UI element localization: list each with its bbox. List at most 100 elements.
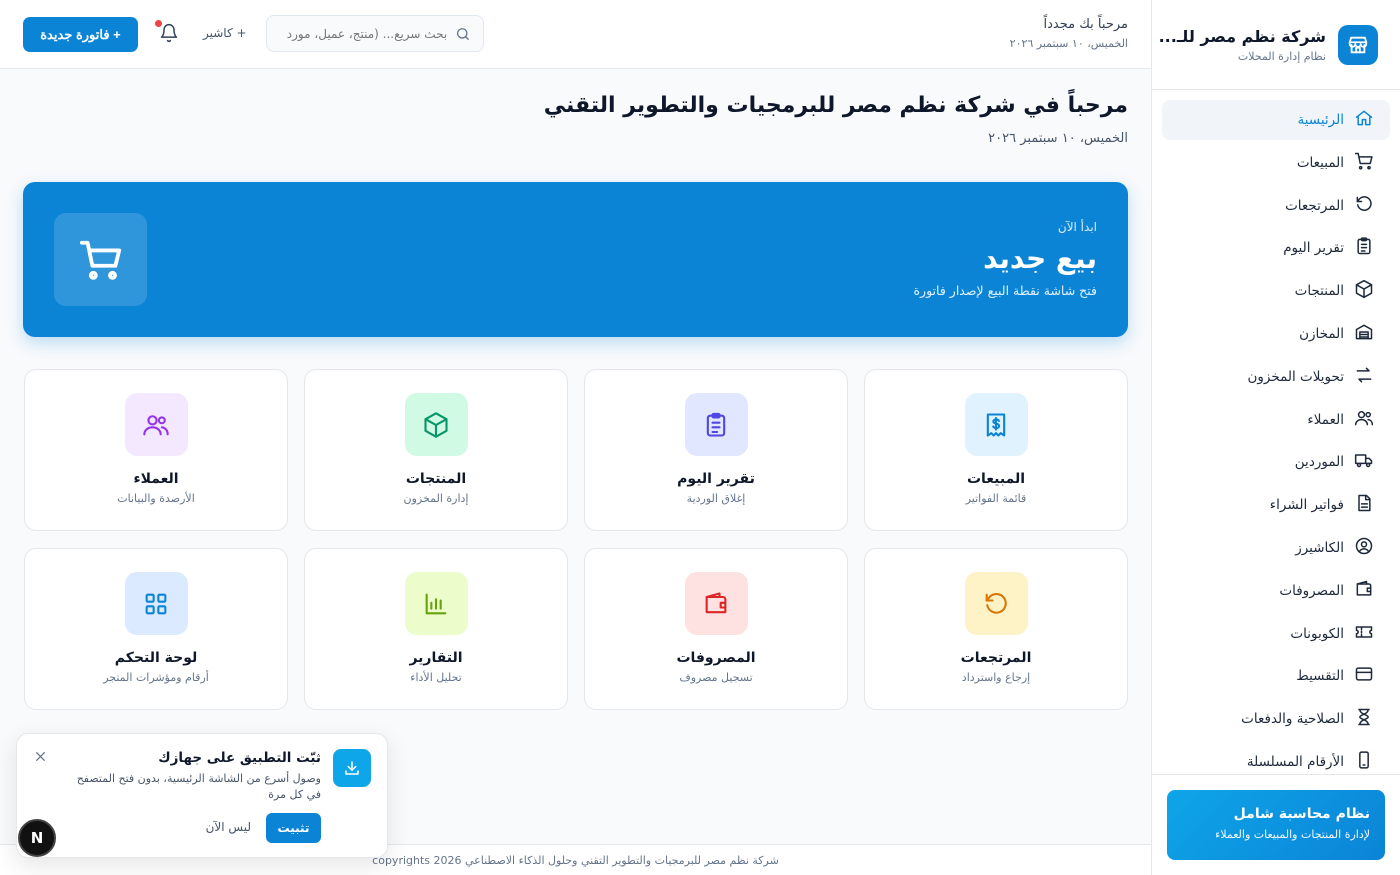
- sidebar-item-label: الأرقام المسلسلة: [1246, 753, 1344, 770]
- promo-title: نظام محاسبة شامل: [1233, 806, 1370, 822]
- sidebar-item-label: التقسيط: [1296, 668, 1344, 685]
- header-welcome: مرحباً بك مجدداً الخميس، ١٠ سبتمبر ٢٠٢٦: [1010, 17, 1128, 50]
- install-app-popup: ثبّت التطبيق على جهازك وصول أسرع من الشا…: [16, 733, 388, 858]
- sidebar-item-label: المنتجات: [1294, 283, 1344, 300]
- sidebar-item-label: العملاء: [1307, 411, 1344, 428]
- header-date: الخميس، ١٠ سبتمبر ٢٠٢٦: [1009, 37, 1128, 50]
- bar-chart-icon: [404, 572, 468, 635]
- sidebar-item-label: الصلاحية والدفعات: [1241, 711, 1344, 728]
- sidebar: شركة نظم مصر للـ... نظام إدارة المحلات ا…: [1151, 0, 1400, 875]
- sidebar-item[interactable]: الرئيسية: [1162, 100, 1390, 140]
- quick-action-card[interactable]: المصروفات تسجيل مصروف: [584, 548, 848, 710]
- sidebar-item-label: الكاشيرز: [1295, 539, 1344, 556]
- clipboard-icon: [684, 393, 748, 456]
- sidebar-item[interactable]: المخازن: [1162, 314, 1390, 354]
- sidebar-item[interactable]: تحويلات المخزون: [1162, 357, 1390, 397]
- transfer-icon: [1354, 365, 1374, 389]
- users-icon: [124, 393, 188, 456]
- install-description: وصول أسرع من الشاشة الرئيسية، بدون فتح ا…: [76, 772, 321, 801]
- hero-kicker: ابدأ الآن: [1057, 220, 1097, 234]
- card-title: التقارير: [409, 650, 463, 666]
- hourglass-icon: [1354, 707, 1374, 731]
- sidebar-item[interactable]: الصلاحية والدفعات: [1162, 699, 1390, 739]
- card-title: العملاء: [133, 471, 179, 487]
- sidebar-item[interactable]: المبيعات: [1162, 143, 1390, 183]
- sidebar-item[interactable]: المرتجعات: [1162, 186, 1390, 226]
- quick-actions-grid: المبيعات قائمة الفواتير تقرير اليوم إغلاق ا…: [23, 369, 1128, 710]
- quick-action-card[interactable]: لوحة التحكم أرقام ومؤشرات المتجر: [24, 548, 288, 710]
- sidebar-item[interactable]: الكاشيرز: [1162, 528, 1390, 568]
- quick-action-card[interactable]: المرتجعات إرجاع واسترداد: [864, 548, 1128, 710]
- sidebar-nav: الرئيسية المبيعات المرتجعات تقرير اليوم المن…: [1152, 90, 1400, 795]
- dev-badge[interactable]: N: [18, 819, 56, 857]
- sidebar-item[interactable]: المنتجات: [1162, 271, 1390, 311]
- brand: شركة نظم مصر للـ... نظام إدارة المحلات: [1152, 0, 1400, 90]
- new-invoice-button[interactable]: + فاتورة جديدة: [23, 17, 138, 52]
- sidebar-item-label: المخازن: [1299, 325, 1344, 342]
- sidebar-item[interactable]: الأرقام المسلسلة: [1162, 742, 1390, 782]
- card-title: المرتجعات: [960, 650, 1032, 666]
- sidebar-item-label: الكوبونات: [1290, 625, 1344, 642]
- brand-name: شركة نظم مصر للـ...: [1158, 26, 1326, 46]
- cart-icon: [1354, 151, 1374, 175]
- search-box[interactable]: [266, 15, 484, 52]
- store-icon: [1338, 24, 1378, 65]
- card-subtitle: تحليل الأداء: [410, 671, 462, 684]
- sidebar-item-label: تحويلات المخزون: [1247, 368, 1344, 385]
- cashier-button[interactable]: + كاشير: [203, 26, 247, 40]
- quick-action-card[interactable]: المبيعات قائمة الفواتير: [864, 369, 1128, 531]
- bell-icon[interactable]: [157, 23, 179, 45]
- hero-title: بيع جديد: [983, 242, 1097, 275]
- hero-subtitle: فتح شاشة نقطة البيع لإصدار فاتورة: [913, 283, 1098, 298]
- card-icon: [1354, 664, 1374, 688]
- card-subtitle: أرقام ومؤشرات المتجر: [103, 671, 209, 684]
- card-title: المبيعات: [966, 471, 1026, 487]
- search-input[interactable]: [279, 26, 448, 41]
- box-icon: [1354, 279, 1374, 303]
- undo-icon: [1354, 194, 1374, 218]
- new-sale-banner[interactable]: ابدأ الآن بيع جديد فتح شاشة نقطة البيع ل…: [23, 182, 1128, 337]
- undo-icon: [964, 572, 1028, 635]
- sidebar-item-label: الرئيسية: [1297, 112, 1345, 128]
- sidebar-item[interactable]: العملاء: [1162, 400, 1390, 440]
- sidebar-item-label: الموردين: [1294, 454, 1344, 471]
- sidebar-item[interactable]: الكوبونات: [1162, 614, 1390, 654]
- quick-action-card[interactable]: المنتجات إدارة المخزون: [304, 369, 568, 531]
- sidebar-item[interactable]: الموردين: [1162, 442, 1390, 482]
- top-header: مرحباً بك مجدداً الخميس، ١٠ سبتمبر ٢٠٢٦ …: [0, 0, 1151, 69]
- divider: [1151, 774, 1400, 775]
- card-title: المنتجات: [405, 471, 467, 487]
- file-icon: [1354, 493, 1374, 517]
- quick-action-card[interactable]: تقرير اليوم إغلاق الوردية: [584, 369, 848, 531]
- close-icon[interactable]: [33, 748, 47, 762]
- sidebar-item-label: المصروفات: [1279, 582, 1344, 599]
- page-title: مرحباً في شركة نظم مصر للبرمجيات والتطوي…: [543, 93, 1128, 118]
- not-now-button[interactable]: ليس الآن: [206, 820, 251, 834]
- download-icon: [333, 749, 371, 787]
- sidebar-item[interactable]: المصروفات: [1162, 571, 1390, 611]
- install-title: ثبّت التطبيق على جهازك: [158, 750, 321, 766]
- page-date: الخميس، ١٠ سبتمبر ٢٠٢٦: [988, 131, 1128, 146]
- phone-icon: [1354, 750, 1374, 774]
- quick-action-card[interactable]: التقارير تحليل الأداء: [304, 548, 568, 710]
- sidebar-item[interactable]: فواتير الشراء: [1162, 485, 1390, 525]
- sidebar-item-label: المبيعات: [1296, 154, 1344, 171]
- card-subtitle: إدارة المخزون: [403, 492, 469, 505]
- sidebar-item-label: المرتجعات: [1285, 197, 1344, 214]
- card-title: لوحة التحكم: [114, 650, 198, 666]
- sidebar-item[interactable]: التقسيط: [1162, 656, 1390, 696]
- sidebar-item[interactable]: تقرير اليوم: [1162, 228, 1390, 268]
- user-circle-icon: [1354, 536, 1374, 560]
- promo-subtitle: لإدارة المنتجات والمبيعات والعملاء: [1215, 828, 1370, 841]
- install-button[interactable]: تثبيت: [266, 813, 321, 843]
- promo-banner[interactable]: نظام محاسبة شامل لإدارة المنتجات والمبيع…: [1167, 790, 1385, 860]
- card-subtitle: تسجيل مصروف: [679, 671, 753, 684]
- card-subtitle: قائمة الفواتير: [965, 492, 1027, 505]
- card-title: المصروفات: [676, 650, 756, 666]
- sidebar-item-label: تقرير اليوم: [1283, 240, 1344, 257]
- sidebar-item-label: فواتير الشراء: [1269, 497, 1344, 514]
- home-icon: [1354, 108, 1374, 132]
- quick-action-card[interactable]: العملاء الأرصدة والبيانات: [24, 369, 288, 531]
- clipboard-icon: [1354, 236, 1374, 260]
- box-icon: [404, 393, 468, 456]
